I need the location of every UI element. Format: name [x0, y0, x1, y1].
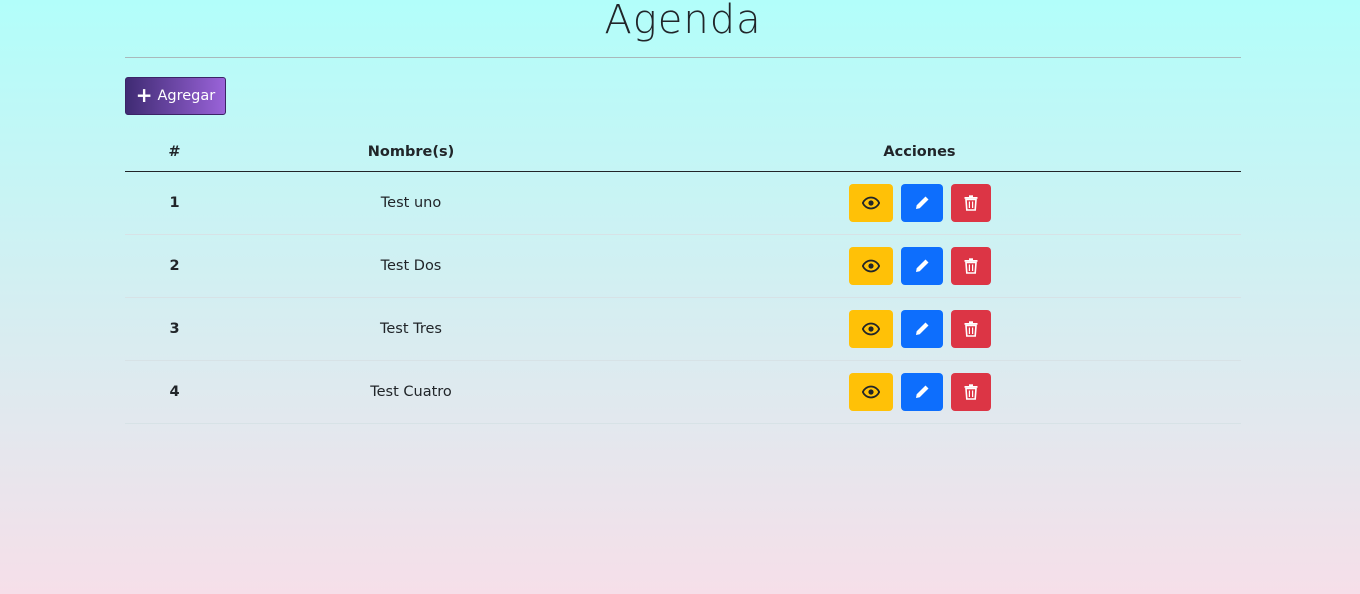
eye-icon [861, 259, 880, 272]
trash-icon [964, 194, 977, 211]
table-row: 3 Test Tres [125, 297, 1241, 361]
edit-button[interactable] [900, 372, 943, 411]
view-button[interactable] [848, 372, 893, 411]
pencil-icon [915, 322, 928, 335]
view-button[interactable] [848, 183, 893, 222]
trash-icon [964, 320, 977, 337]
pencil-icon [915, 196, 928, 209]
trash-icon [964, 383, 977, 400]
row-name: Test Tres [224, 297, 598, 361]
row-number: 3 [125, 297, 224, 361]
edit-button[interactable] [900, 309, 943, 348]
header-actions: Acciones [598, 133, 1241, 172]
row-number: 4 [125, 360, 224, 424]
page-title: Agenda [125, 0, 1241, 58]
delete-button[interactable] [950, 372, 991, 411]
table-row: 1 Test uno [125, 171, 1241, 235]
table-row: 2 Test Dos [125, 234, 1241, 298]
row-actions [598, 297, 1241, 361]
view-button[interactable] [848, 246, 893, 285]
eye-icon [861, 322, 880, 335]
row-number: 1 [125, 171, 224, 235]
table-row: 4 Test Cuatro [125, 360, 1241, 424]
row-name: Test uno [224, 171, 598, 235]
edit-button[interactable] [900, 183, 943, 222]
pencil-icon [915, 385, 928, 398]
add-button-label: Agregar [157, 88, 216, 104]
row-number: 2 [125, 234, 224, 298]
plus-icon: + [135, 83, 153, 107]
add-button[interactable]: + Agregar [125, 77, 226, 115]
main-container: Agenda + Agregar # Nombre(s) Acciones 1 … [125, 0, 1241, 424]
row-name: Test Cuatro [224, 360, 598, 424]
eye-icon [861, 196, 880, 209]
delete-button[interactable] [950, 183, 991, 222]
header-name: Nombre(s) [224, 133, 598, 172]
trash-icon [964, 257, 977, 274]
edit-button[interactable] [900, 246, 943, 285]
delete-button[interactable] [950, 246, 991, 285]
eye-icon [861, 385, 880, 398]
row-name: Test Dos [224, 234, 598, 298]
pencil-icon [915, 259, 928, 272]
view-button[interactable] [848, 309, 893, 348]
header-number: # [125, 133, 224, 172]
row-actions [598, 360, 1241, 424]
contacts-table: # Nombre(s) Acciones 1 Test uno 2 Test D… [125, 133, 1241, 424]
delete-button[interactable] [950, 309, 991, 348]
table-header-row: # Nombre(s) Acciones [125, 133, 1241, 172]
row-actions [598, 171, 1241, 235]
row-actions [598, 234, 1241, 298]
